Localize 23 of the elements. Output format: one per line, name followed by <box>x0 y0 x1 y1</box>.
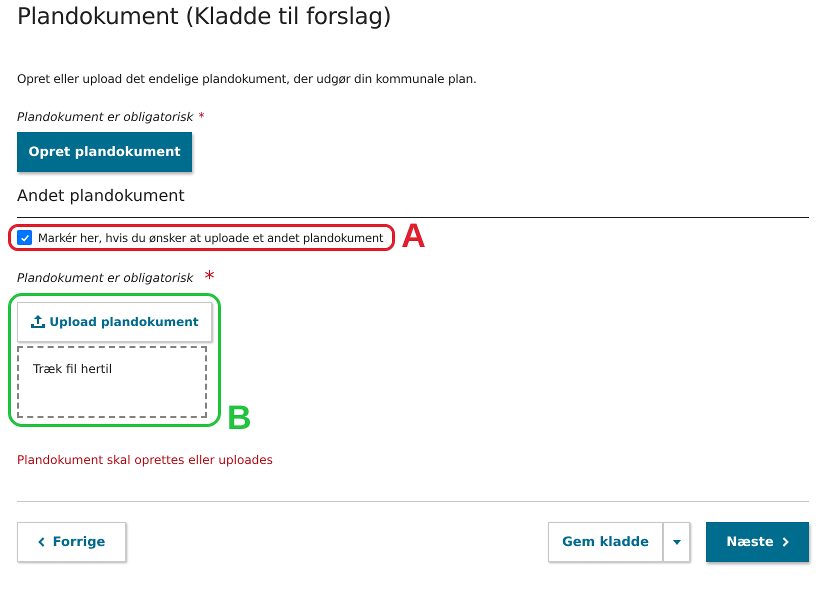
required-mark: * <box>204 271 214 285</box>
back-button[interactable]: Forrige <box>17 522 126 562</box>
field-label: Plandokument er obligatorisk <box>17 271 194 285</box>
create-document-button[interactable]: Opret plandokument <box>17 132 192 172</box>
field-label: Plandokument er obligatorisk <box>17 110 194 124</box>
required-mark: * <box>198 110 204 124</box>
checkbox[interactable] <box>17 230 32 245</box>
page-title: Plandokument (Kladde til forslag) <box>17 3 392 32</box>
checkbox-label: Markér her, hvis du ønsker at uploade et andet plandokument <box>38 230 384 244</box>
annotation-letter: A <box>401 221 426 251</box>
save-draft-button[interactable]: Gem kladde <box>548 522 663 562</box>
check-icon <box>20 232 30 242</box>
chevron-left-icon <box>38 537 46 547</box>
upload-button[interactable]: Upload plandokument <box>17 302 212 342</box>
next-button[interactable]: Næste <box>706 522 809 562</box>
error-message: Plandokument skal oprettes eller uploades <box>17 453 274 467</box>
upload-icon <box>30 314 46 330</box>
section-heading: Andet plandokument <box>17 186 186 205</box>
chevron-right-icon <box>780 537 789 547</box>
annotation-letter: B <box>227 403 252 433</box>
drop-zone[interactable]: Træk fil hertil <box>17 346 207 418</box>
caret-icon <box>672 540 680 544</box>
description: Opret eller upload det endelige plandokument, der udgør din kommunale plan. <box>17 72 478 86</box>
